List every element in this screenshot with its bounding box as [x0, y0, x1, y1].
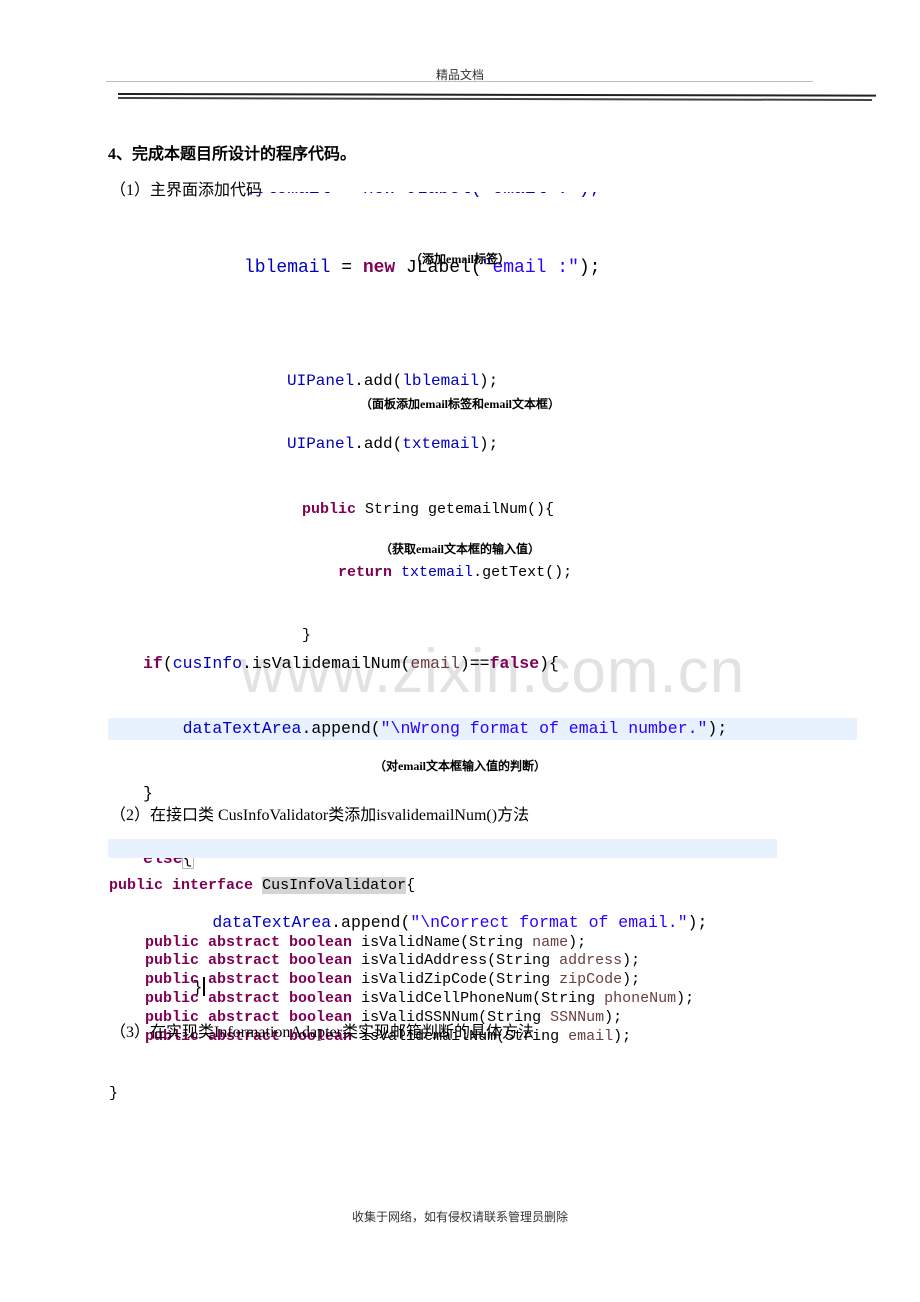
- code-snippet-interface: public interface CusInfoValidator{ publi…: [109, 839, 694, 1122]
- code-token: public abstract boolean: [145, 971, 353, 989]
- code-token: }: [109, 1084, 119, 1102]
- code-token: public: [109, 876, 164, 894]
- code-token: .append(: [301, 718, 381, 738]
- code-line: }: [109, 1085, 694, 1104]
- code-token: .isValidemailNum(: [242, 654, 411, 674]
- code-token: email: [410, 654, 460, 674]
- interface-method-line: public abstract boolean isValidCellPhone…: [109, 990, 694, 1009]
- code-token: {: [406, 876, 416, 894]
- code-token: if: [143, 654, 163, 674]
- code-token: }: [143, 783, 153, 803]
- code-token: public abstract boolean: [145, 933, 353, 951]
- code-token: );: [622, 952, 641, 970]
- code-token: public abstract boolean: [145, 990, 353, 1008]
- code-token: UIPanel: [287, 372, 355, 390]
- code-token: isValidCellPhoneNum(String: [352, 990, 605, 1008]
- code-token: );: [676, 990, 695, 1008]
- code-token: .getText();: [473, 564, 573, 581]
- caption-get-email: （获取email文本框的输入值）: [380, 542, 540, 556]
- code-token: UIPanel: [287, 435, 355, 453]
- code-token: );: [568, 933, 587, 951]
- section-title: 4、完成本题目所设计的程序代码。: [108, 146, 357, 163]
- code-token: (: [162, 654, 173, 674]
- clipped-code-line: lblemail = new JLabel("email :");: [244, 192, 684, 200]
- code-token: isValidZipCode(String: [352, 971, 560, 989]
- caption-add-label: （添加email标签）: [410, 252, 510, 266]
- interface-method-line: public abstract boolean isValidName(Stri…: [109, 934, 694, 953]
- header-double-rule-bottom: [117, 97, 873, 101]
- code-line: dataTextArea.append("\nWrong format of e…: [143, 718, 728, 740]
- code-line: if(cusInfo.isValidemailNum(email)==false…: [143, 653, 727, 675]
- code-token: name: [532, 933, 569, 951]
- code-token: public: [302, 501, 357, 518]
- code-token: email: [568, 1027, 614, 1045]
- code-token: interface: [172, 876, 254, 894]
- code-token: ){: [539, 654, 559, 674]
- clipped-code-text: lblemail = new JLabel("email :");: [244, 192, 600, 200]
- caption-validate-email: （对email文本框输入值的判断）: [374, 759, 546, 773]
- code-token: address: [559, 952, 623, 970]
- code-token: lblemail: [402, 372, 480, 390]
- code-token: dataTextArea: [182, 718, 302, 738]
- page-footer-text: 收集于网络，如有侵权请联系管理员删除: [351, 1210, 568, 1224]
- code-token: cusInfo: [172, 654, 243, 674]
- code-line: UIPanel.add(lblemail);: [287, 371, 498, 392]
- code-token: "\nWrong format of email number.": [380, 718, 708, 738]
- code-token: String getemailNum(){: [356, 501, 555, 518]
- code-token: );: [604, 1009, 623, 1027]
- code-token: return: [338, 564, 393, 581]
- code-token: isValidAddress(String: [352, 952, 560, 970]
- code-token: phoneNum: [604, 990, 677, 1008]
- header-double-rule-top: [117, 93, 877, 97]
- part1-label: （1）主界面添加代码: [110, 182, 263, 199]
- code-line: return txtemail.getText();: [302, 562, 572, 583]
- code-token: );: [479, 372, 499, 390]
- part3-label: （3）在实现类InformationAdapter类实现邮箱判断的具体方法: [110, 1024, 534, 1041]
- code-line: public String getemailNum(){: [302, 499, 572, 520]
- code-token: SSNNum: [550, 1009, 605, 1027]
- part2-label: （2）在接口类 CusInfoValidator类添加isvalidemailN…: [110, 807, 530, 824]
- code-token: );: [613, 1027, 632, 1045]
- code-token: );: [479, 435, 499, 453]
- code-line: public interface CusInfoValidator{: [109, 876, 694, 896]
- caption-panel-add: （面板添加email标签和email文本框）: [360, 397, 560, 411]
- code-token: .add(: [354, 372, 403, 390]
- code-token: );: [622, 971, 641, 989]
- code-token: )==: [459, 654, 490, 674]
- header-divider: [106, 81, 813, 82]
- code-token: false: [489, 654, 540, 674]
- code-token: .add(: [354, 435, 403, 453]
- code-token: public abstract boolean: [145, 952, 353, 970]
- code-token: txtemail: [401, 564, 474, 581]
- code-line: UIPanel.add(txtemail);: [287, 434, 498, 455]
- interface-method-line: public abstract boolean isValidZipCode(S…: [109, 971, 694, 990]
- code-token: zipCode: [559, 971, 623, 989]
- code-token: isValidName(String: [352, 933, 533, 951]
- code-token: );: [707, 718, 728, 738]
- interface-method-line: public abstract boolean isValidAddress(S…: [109, 952, 694, 971]
- code-token: txtemail: [402, 435, 480, 453]
- selected-identifier: CusInfoValidator: [262, 876, 407, 894]
